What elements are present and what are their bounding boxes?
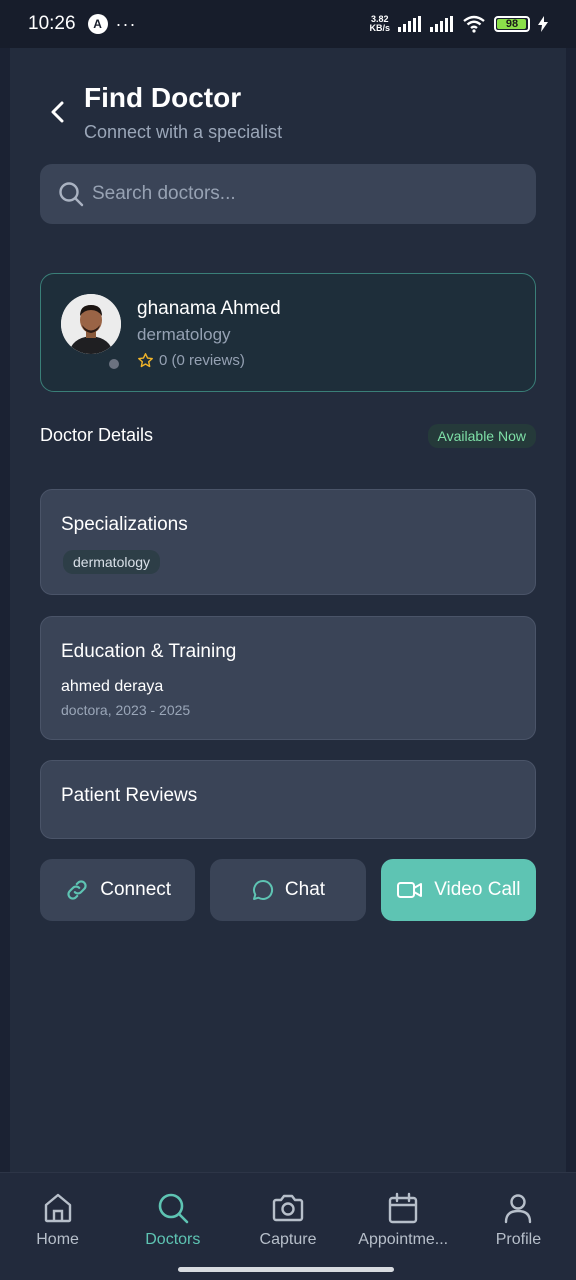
nav-item-appointments[interactable]: Appointme... (346, 1173, 461, 1280)
app-frame: Find Doctor Connect with a specialist gh… (10, 48, 566, 1172)
nav-label-doctors: Doctors (145, 1231, 201, 1248)
home-indicator[interactable] (178, 1267, 394, 1272)
nav-item-home[interactable]: Home (0, 1173, 115, 1280)
doctor-name: ghanama Ahmed (137, 298, 281, 319)
nav-label-capture: Capture (259, 1231, 317, 1248)
avatar (61, 294, 121, 354)
rating-text: 0 (0 reviews) (159, 352, 245, 369)
net-speed-unit: KB/s (369, 23, 390, 33)
home-icon (44, 1193, 71, 1223)
education-details: doctora, 2023 - 2025 (61, 702, 191, 718)
search-icon (158, 1193, 189, 1224)
user-icon (505, 1194, 532, 1224)
section-title: Patient Reviews (61, 785, 198, 806)
online-status-dot (107, 357, 121, 371)
nav-item-doctors[interactable]: Doctors (115, 1173, 230, 1280)
header: Find Doctor Connect with a specialist (10, 82, 566, 152)
nav-item-profile[interactable]: Profile (461, 1173, 576, 1280)
education-institution: ahmed deraya (61, 678, 164, 695)
video-camera-icon (397, 882, 423, 898)
video-call-button[interactable]: Video Call (380, 859, 536, 921)
chevron-left-icon (51, 101, 64, 123)
video-call-label: Video Call (434, 879, 521, 900)
charging-icon (538, 16, 548, 32)
connect-label: Connect (100, 879, 172, 900)
chat-icon (252, 879, 273, 900)
section-title: Specializations (61, 514, 188, 535)
battery-level: 98 (505, 18, 519, 30)
net-speed: 3.82 KB/s (369, 15, 390, 33)
wifi-icon (463, 15, 485, 33)
specialization-chip: dermatology (63, 550, 161, 574)
notification-app-icon: A (87, 14, 108, 34)
education-section: Education & Training ahmed deraya doctor… (40, 616, 536, 740)
nav-label-home: Home (36, 1231, 79, 1248)
doctor-details-heading: Doctor Details (40, 425, 154, 445)
doctor-photo (61, 294, 121, 354)
back-button[interactable] (46, 100, 70, 124)
more-notifications-icon: ··· (115, 13, 137, 34)
page-title: Find Doctor (84, 82, 242, 113)
status-time: 10:26 (28, 13, 76, 34)
link-icon (67, 880, 87, 900)
nav-item-capture[interactable]: Capture (230, 1173, 345, 1280)
doctor-specialty: dermatology (137, 325, 231, 344)
search-icon (59, 182, 84, 207)
section-title: Education & Training (61, 641, 237, 662)
signal-icon-2 (430, 16, 453, 32)
calendar-icon (389, 1192, 418, 1224)
bottom-nav: Home Doctors Capture Appointme... Profil… (0, 1172, 576, 1280)
camera-icon (272, 1194, 304, 1222)
app-icon-letter: A (93, 17, 102, 31)
status-bar: 10:26 A ··· 3.82 KB/s 98 (0, 0, 576, 48)
signal-icon (398, 16, 421, 32)
doctor-card[interactable]: ghanama Ahmed dermatology 0 (0 reviews) (40, 273, 536, 392)
specializations-section: Specializations dermatology (40, 489, 536, 595)
nav-label-appointments: Appointme... (358, 1231, 449, 1248)
battery-icon: 98 (494, 16, 530, 32)
availability-badge: Available Now (427, 424, 536, 448)
star-icon (138, 353, 153, 368)
nav-label-profile: Profile (495, 1231, 542, 1248)
connect-button[interactable]: Connect (40, 859, 196, 921)
search-input[interactable] (92, 183, 512, 205)
search-bar[interactable] (40, 164, 536, 224)
action-buttons: Connect Chat Video Call (40, 859, 536, 921)
chat-label: Chat (284, 879, 326, 900)
patient-reviews-section[interactable]: Patient Reviews (40, 760, 536, 839)
page-subtitle: Connect with a specialist (84, 122, 283, 142)
chat-button[interactable]: Chat (210, 859, 366, 921)
doctor-rating: 0 (0 reviews) (137, 352, 245, 369)
